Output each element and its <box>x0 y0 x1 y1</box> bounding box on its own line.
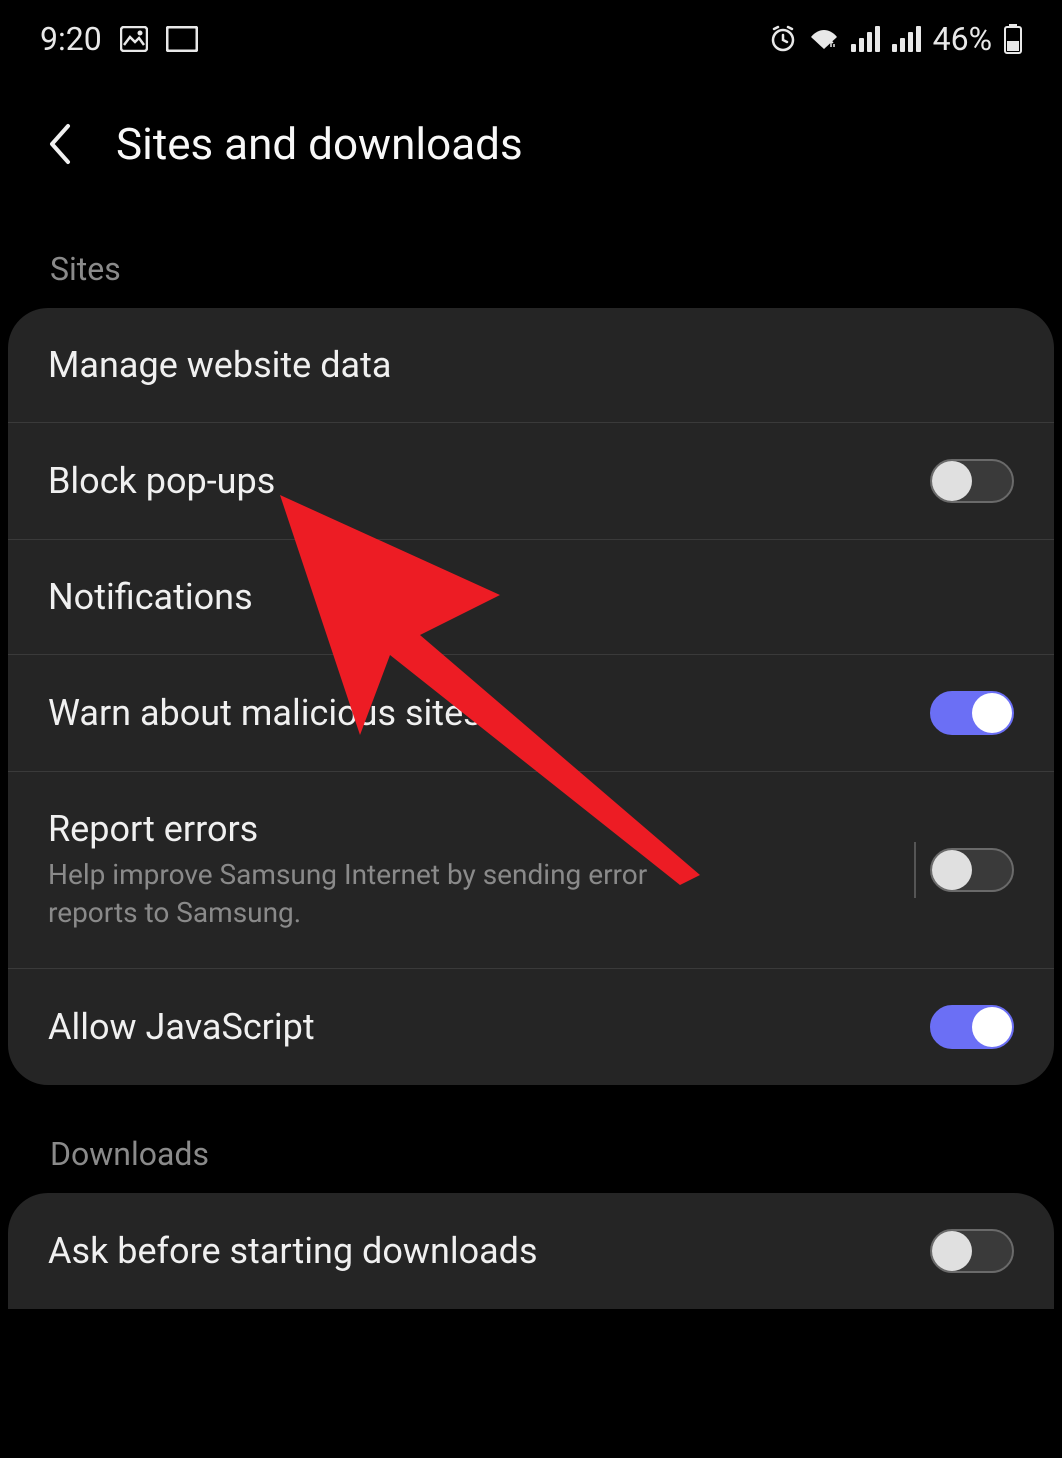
sites-card: Manage website data Block pop-ups Notifi… <box>8 308 1054 1085</box>
setting-subtitle: Help improve Samsung Internet by sending… <box>48 856 688 932</box>
cast-icon <box>166 26 198 52</box>
block-popups-item[interactable]: Block pop-ups <box>8 423 1054 540</box>
allow-javascript-item[interactable]: Allow JavaScript <box>8 969 1054 1085</box>
wifi-icon <box>809 27 839 51</box>
setting-title: Allow JavaScript <box>48 1006 910 1048</box>
ask-before-downloads-toggle[interactable] <box>930 1229 1014 1273</box>
notifications-item[interactable]: Notifications <box>8 540 1054 655</box>
status-right: 46% <box>769 20 1022 58</box>
status-left: 9:20 <box>40 20 198 58</box>
setting-title: Warn about malicious sites <box>48 692 910 734</box>
report-errors-item[interactable]: Report errors Help improve Samsung Inter… <box>8 772 1054 969</box>
setting-title: Block pop-ups <box>48 460 910 502</box>
status-time: 9:20 <box>40 20 102 58</box>
battery-icon <box>1004 24 1022 54</box>
section-label-downloads: Downloads <box>0 1135 1062 1193</box>
allow-javascript-toggle[interactable] <box>930 1005 1014 1049</box>
manage-website-data-item[interactable]: Manage website data <box>8 308 1054 423</box>
warn-malicious-toggle[interactable] <box>930 691 1014 735</box>
header: Sites and downloads <box>0 78 1062 250</box>
block-popups-toggle[interactable] <box>930 459 1014 503</box>
page-title: Sites and downloads <box>116 118 523 170</box>
setting-title: Report errors <box>48 808 894 850</box>
ask-before-downloads-item[interactable]: Ask before starting downloads <box>8 1193 1054 1309</box>
downloads-card: Ask before starting downloads <box>8 1193 1054 1309</box>
setting-title: Notifications <box>48 576 994 618</box>
battery-percent: 46% <box>933 20 992 58</box>
setting-title: Ask before starting downloads <box>48 1230 910 1272</box>
report-errors-toggle[interactable] <box>930 848 1014 892</box>
divider <box>914 842 916 898</box>
signal-icon-1 <box>851 26 880 52</box>
signal-icon-2 <box>892 26 921 52</box>
section-label-sites: Sites <box>0 250 1062 308</box>
warn-malicious-item[interactable]: Warn about malicious sites <box>8 655 1054 772</box>
setting-title: Manage website data <box>48 344 994 386</box>
chevron-left-icon <box>46 122 74 166</box>
back-button[interactable] <box>40 124 80 164</box>
image-icon <box>120 26 148 52</box>
status-bar: 9:20 <box>0 0 1062 78</box>
alarm-icon <box>769 25 797 53</box>
